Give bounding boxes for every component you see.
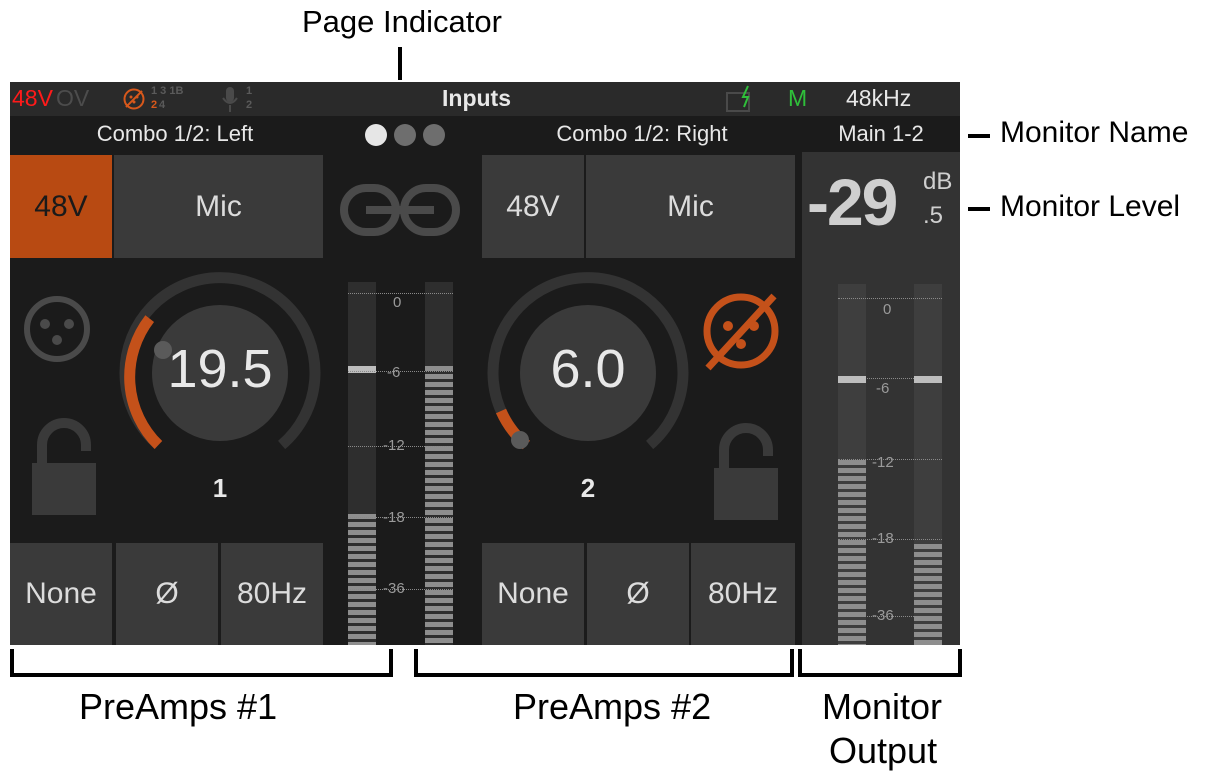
page-indicator-label: Page Indicator bbox=[302, 4, 502, 39]
monitor-left-meter-peak-hold bbox=[838, 376, 866, 383]
monitor-right-meter-segment bbox=[914, 640, 942, 645]
monitor-left-meter-segment bbox=[838, 596, 866, 601]
monitor-left-meter-segment bbox=[838, 460, 866, 465]
monitor-left-meter-segment bbox=[838, 572, 866, 577]
monitor-left-meter-segment bbox=[838, 564, 866, 569]
monitor-right-meter-segment bbox=[914, 568, 942, 573]
monitor-left-meter-segment bbox=[838, 644, 866, 645]
device-screen: 48V OV 1 3 1B 2 4 1 2 Inputs M 48kHz Com… bbox=[10, 82, 960, 645]
monitor-right-meter-segment bbox=[914, 600, 942, 605]
monitor-left-meter-segment bbox=[838, 500, 866, 505]
monitor-left-meter-segment bbox=[838, 540, 866, 545]
monitor-right-meter-segment bbox=[914, 584, 942, 589]
monitor-name-label: Monitor Name bbox=[1000, 116, 1189, 149]
monitor-left-meter-segment bbox=[838, 492, 866, 497]
monitor-left-meter-segment bbox=[838, 628, 866, 633]
monitor-left-meter-segment bbox=[838, 580, 866, 585]
monitor-level-label: Monitor Level bbox=[1000, 190, 1181, 223]
monitor-left-meter-segment bbox=[838, 588, 866, 593]
monitor-level-pointer bbox=[968, 207, 990, 211]
monitor-right-meter-segment bbox=[914, 632, 942, 637]
preamps-1-label: PreAmps #1 bbox=[79, 686, 278, 727]
monitor-right-meter-segment bbox=[914, 616, 942, 621]
monitor-left-meter-segment bbox=[838, 620, 866, 625]
monitor-left-meter-segment bbox=[838, 604, 866, 609]
monitor-output-label-2: Output bbox=[829, 730, 938, 771]
monitor-left-meter-segment bbox=[838, 524, 866, 529]
monitor-right-meter-segment bbox=[914, 560, 942, 565]
page-indicator-pointer bbox=[398, 47, 402, 80]
monitor-left-meter-segment bbox=[838, 508, 866, 513]
monitor-meter-segments bbox=[838, 376, 942, 645]
monitor-left-meter-segment bbox=[838, 484, 866, 489]
monitor-left-meter-segment bbox=[838, 548, 866, 553]
monitor-name-pointer bbox=[968, 134, 990, 138]
monitor-right-meter-segment bbox=[914, 624, 942, 629]
monitor-left-meter-segment bbox=[838, 516, 866, 521]
monitor-left-meter-segment bbox=[838, 532, 866, 537]
monitor-right-meter-segment bbox=[914, 608, 942, 613]
monitor-right-meter-segment bbox=[914, 592, 942, 597]
monitor-left-meter-segment bbox=[838, 612, 866, 617]
monitor-left-meter-segment bbox=[838, 556, 866, 561]
preamps-2-label: PreAmps #2 bbox=[513, 686, 712, 727]
monitor-right-meter-segment bbox=[914, 552, 942, 557]
monitor-right-meter-peak-hold bbox=[914, 376, 942, 383]
monitor-right-meter-segment bbox=[914, 544, 942, 549]
monitor-left-meter-segment bbox=[838, 636, 866, 641]
monitor-right-meter-segment bbox=[914, 576, 942, 581]
monitor-output-label-1: Monitor bbox=[822, 686, 943, 727]
monitor-left-meter-segment bbox=[838, 476, 866, 481]
monitor-left-meter-segment bbox=[838, 468, 866, 473]
preamps-brackets bbox=[10, 649, 962, 677]
